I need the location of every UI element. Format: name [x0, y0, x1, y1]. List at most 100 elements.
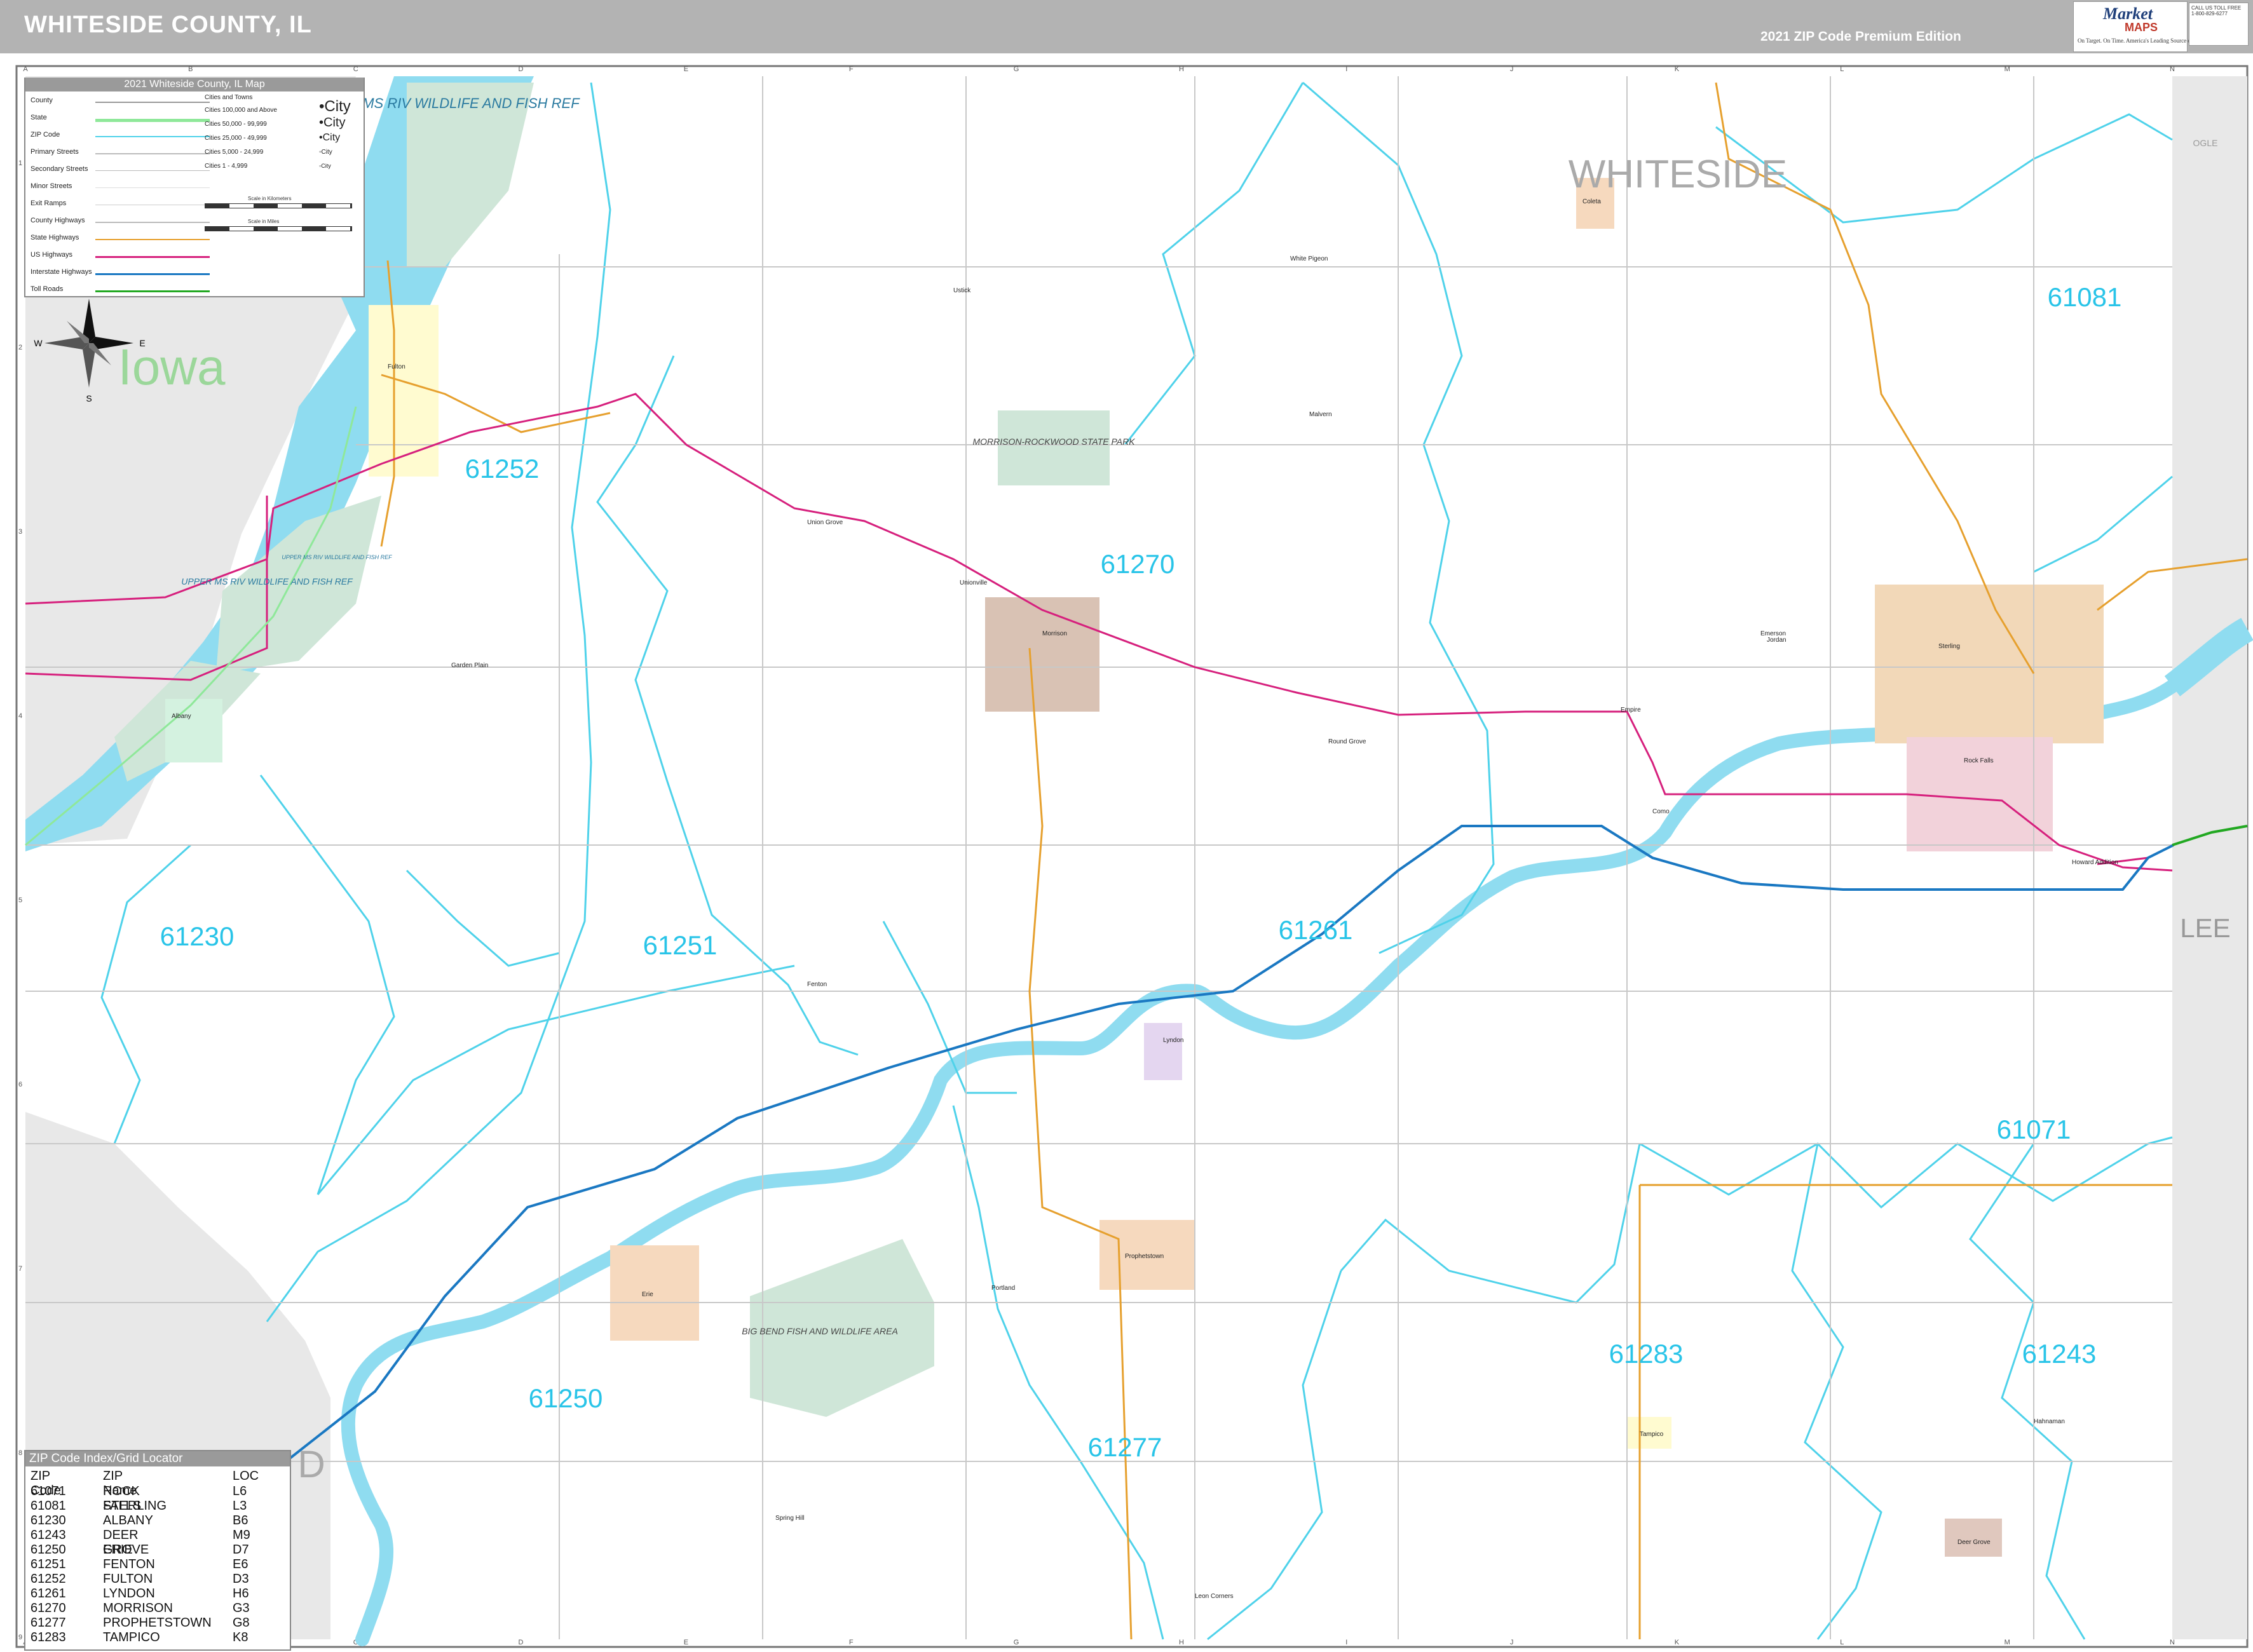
zip-index-title: ZIP Code Index/Grid Locator — [25, 1451, 290, 1466]
grid-column-label: M — [2005, 65, 2010, 73]
county-name-label: WHITESIDE — [1569, 152, 1787, 196]
place-union-grove: Union Grove — [807, 519, 843, 526]
zip-code-cell: 61250 — [31, 1543, 66, 1557]
legend-item-primary: Primary Streets — [31, 148, 79, 156]
place-white-pigeon: White Pigeon — [1290, 255, 1328, 262]
grid-column-label: K — [1675, 1639, 1680, 1646]
zip-code-cell: 61081 — [31, 1499, 66, 1513]
place-rock-falls: Rock Falls — [1964, 757, 1994, 764]
grid-row-label: 1 — [18, 159, 22, 167]
zip-label-61252: 61252 — [465, 454, 540, 484]
grid-column-label: N — [2170, 1639, 2175, 1646]
grid-row-label: 2 — [18, 344, 22, 351]
legend-city-sample-4: ◦City — [319, 149, 332, 156]
place-leon-corners: Leon Corners — [1195, 1593, 1234, 1600]
zip-loc-cell: B6 — [233, 1513, 248, 1527]
zip-name-cell: ERIE — [103, 1543, 133, 1557]
place-malvern: Malvern — [1309, 411, 1332, 418]
grid-column-label: L — [1840, 65, 1844, 73]
legend-swatch-state-hwy — [95, 239, 210, 240]
zip-loc-cell: D3 — [233, 1572, 249, 1586]
zip-loc-cell: K8 — [233, 1630, 248, 1644]
legend-item-exit-ramps: Exit Ramps — [31, 200, 67, 207]
city-albany-area — [165, 699, 222, 762]
zip-loc-cell: G8 — [233, 1616, 250, 1630]
zip-name-cell: STERLING — [103, 1499, 167, 1513]
grid-row-label: 5 — [18, 897, 22, 904]
grid-row-label: 4 — [18, 712, 22, 720]
legend-item-zip: ZIP Code — [31, 131, 60, 139]
grid-column-label: B — [188, 65, 193, 73]
city-rock-falls-area — [1907, 737, 2053, 851]
grid-column-label: G — [1014, 1639, 1019, 1646]
zip-code-cell: 61283 — [31, 1630, 66, 1644]
legend-item-state: State — [31, 114, 47, 121]
place-fulton: Fulton — [388, 363, 405, 370]
grid-column-label: G — [1014, 65, 1019, 73]
place-ustick: Ustick — [953, 287, 971, 294]
zip-index-header-loc: LOC — [233, 1469, 259, 1483]
grid-column-label: N — [2170, 65, 2175, 73]
legend-city-class-3: Cities 25,000 - 49,999 — [205, 135, 267, 142]
legend-title: 2021 Whiteside County, IL Map — [25, 78, 364, 91]
place-como: Como — [1652, 808, 1670, 815]
grid-column-label: D — [519, 1639, 524, 1646]
zip-label-61250: 61250 — [529, 1383, 603, 1413]
place-albany: Albany — [172, 713, 191, 720]
legend-swatch-county-hwy — [95, 222, 210, 223]
grid-column-label: L — [1840, 1639, 1844, 1646]
legend-city-class-2: Cities 50,000 - 99,999 — [205, 121, 267, 128]
grid-column-label: C — [353, 65, 358, 73]
place-deer-grove: Deer Grove — [1957, 1539, 1991, 1546]
grid-column-label: E — [684, 1639, 688, 1646]
city-morrison-area — [985, 597, 1099, 712]
place-garden-plain: Garden Plain — [451, 662, 488, 669]
city-erie-area — [610, 1245, 699, 1341]
place-fenton: Fenton — [807, 981, 827, 988]
legend-item-secondary: Secondary Streets — [31, 165, 88, 173]
zip-label-61277: 61277 — [1088, 1432, 1162, 1462]
grid-column-label: D — [519, 65, 524, 73]
grid-row-label: 9 — [18, 1634, 22, 1641]
city-deer-grove-area — [1945, 1519, 2002, 1557]
zip-label-61081: 61081 — [2048, 282, 2122, 312]
place-howard-addition: Howard Addition — [2072, 859, 2118, 866]
grid-column-label: H — [1179, 1639, 1184, 1646]
zip-code-cell: 61261 — [31, 1587, 66, 1601]
park-label-morrison-rockwood: MORRISON-ROCKWOOD STATE PARK — [972, 437, 1135, 447]
legend-swatch-zip — [95, 136, 210, 137]
city-fulton-area — [369, 305, 439, 477]
legend-city-sample-5: ◦City — [319, 163, 331, 169]
zip-code-cell: 61270 — [31, 1601, 66, 1615]
legend-scale-km-bar — [205, 203, 352, 208]
place-unionville: Unionville — [960, 579, 988, 586]
market-maps-logo: Market MAPS On Target. On Time. America'… — [2073, 1, 2228, 52]
grid-row-label: 7 — [18, 1265, 22, 1273]
zip-code-cell: 61243 — [31, 1528, 66, 1542]
grid-column-label: I — [1345, 65, 1347, 73]
zip-loc-cell: E6 — [233, 1557, 248, 1571]
zip-name-cell: MORRISON — [103, 1601, 173, 1615]
grid-row-label: 6 — [18, 1081, 22, 1088]
zip-name-cell: ALBANY — [103, 1513, 153, 1527]
legend-city-sample-3: •City — [319, 132, 341, 143]
zip-loc-cell: G3 — [233, 1601, 250, 1615]
place-spring-hill: Spring Hill — [775, 1515, 805, 1522]
grid-row-label: 3 — [18, 528, 22, 536]
legend-swatch-state — [95, 119, 210, 122]
legend-item-county: County — [31, 97, 53, 104]
legend-swatch-toll — [95, 290, 210, 292]
zip-label-61071: 61071 — [1997, 1114, 2071, 1144]
legend-item-us-hwy: US Highways — [31, 251, 73, 259]
neighbor-d-label: D — [297, 1443, 325, 1486]
zip-loc-cell: H6 — [233, 1587, 249, 1601]
legend-item-minor: Minor Streets — [31, 182, 72, 190]
zip-name-cell: PROPHETSTOWN — [103, 1616, 212, 1630]
zip-label-61270: 61270 — [1101, 549, 1175, 579]
legend-swatch-secondary — [95, 170, 210, 171]
zip-label-61230: 61230 — [160, 921, 235, 951]
park-label-big-bend: BIG BEND FISH AND WILDLIFE AREA — [742, 1326, 898, 1336]
legend-scale-km-label: Scale in Kilometers — [248, 196, 292, 201]
grid-column-label: M — [2005, 1639, 2010, 1646]
header-bar: WHITESIDE COUNTY, IL 2021 ZIP Code Premi… — [0, 0, 2253, 53]
